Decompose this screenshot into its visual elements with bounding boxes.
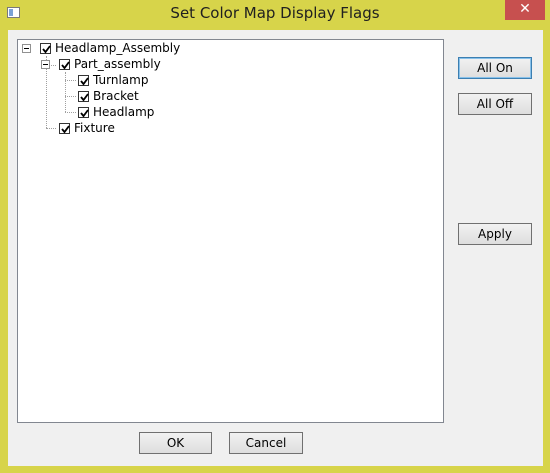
tree-item-label: Turnlamp <box>93 73 149 87</box>
check-icon <box>80 93 89 102</box>
tree-item-label: Fixture <box>74 121 115 135</box>
all-off-button[interactable]: All Off <box>458 93 532 115</box>
apply-button[interactable]: Apply <box>458 223 532 245</box>
check-icon <box>61 61 70 70</box>
tree-item-label: Headlamp <box>93 105 155 119</box>
close-icon: ✕ <box>519 1 531 17</box>
checkbox-headlamp-assembly[interactable] <box>40 43 51 54</box>
tree-item-part-assembly[interactable]: Part_assembly <box>41 57 241 73</box>
tree-item-headlamp-assembly[interactable]: Headlamp_Assembly <box>22 41 222 57</box>
tree-view[interactable]: Headlamp_Assembly Part_assembly Turnlamp <box>17 39 444 423</box>
checkbox-fixture[interactable] <box>59 123 70 134</box>
window-title: Set Color Map Display Flags <box>170 4 380 22</box>
check-icon <box>42 45 51 54</box>
ok-button[interactable]: OK <box>139 432 212 454</box>
check-icon <box>61 125 70 134</box>
checkbox-turnlamp[interactable] <box>78 75 89 86</box>
cancel-button[interactable]: Cancel <box>229 432 303 454</box>
tree-item-bracket[interactable]: Bracket <box>60 89 260 105</box>
close-button[interactable]: ✕ <box>505 0 545 20</box>
all-on-button[interactable]: All On <box>458 57 532 79</box>
checkbox-headlamp[interactable] <box>78 107 89 118</box>
checkbox-bracket[interactable] <box>78 91 89 102</box>
check-icon <box>80 77 89 86</box>
dialog-window: Set Color Map Display Flags ✕ Headlamp_A… <box>0 0 550 473</box>
tree-item-fixture[interactable]: Fixture <box>41 121 241 137</box>
tree-item-headlamp[interactable]: Headlamp <box>60 105 260 121</box>
tree-item-turnlamp[interactable]: Turnlamp <box>60 73 260 89</box>
check-icon <box>80 109 89 118</box>
checkbox-part-assembly[interactable] <box>59 59 70 70</box>
minus-icon[interactable] <box>41 60 50 69</box>
dialog-client-area: Headlamp_Assembly Part_assembly Turnlamp <box>8 30 543 466</box>
tree-item-label: Bracket <box>93 89 139 103</box>
title-bar[interactable]: Set Color Map Display Flags ✕ <box>0 0 550 27</box>
tree-item-label: Headlamp_Assembly <box>55 41 181 55</box>
minus-icon[interactable] <box>22 44 31 53</box>
tree-item-label: Part_assembly <box>74 57 161 71</box>
